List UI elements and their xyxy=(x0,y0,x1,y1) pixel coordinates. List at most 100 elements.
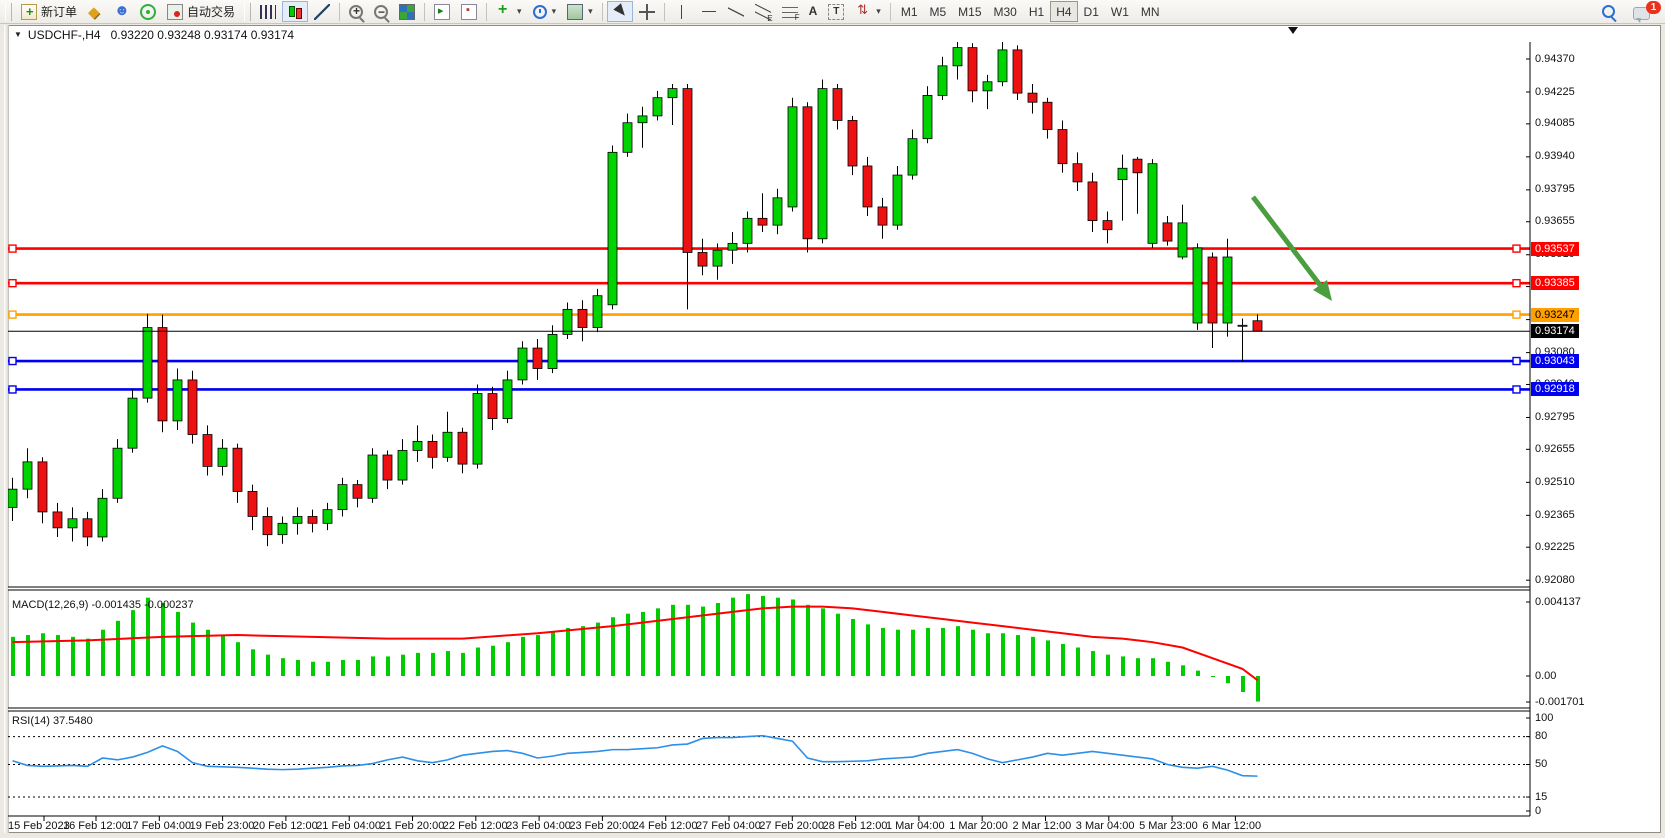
chart-shift-button[interactable] xyxy=(456,1,482,22)
hline-anchor[interactable] xyxy=(1513,280,1520,287)
templates-button[interactable] xyxy=(562,1,598,22)
toolbar-grip[interactable] xyxy=(244,3,251,21)
community-button[interactable] xyxy=(108,1,134,22)
hline-anchor[interactable] xyxy=(1513,358,1520,365)
macd-histogram-bar xyxy=(506,642,510,676)
candle-body xyxy=(1223,257,1232,323)
hline-price-flag[interactable]: 0.92918 xyxy=(1531,382,1579,396)
zoom-in-button[interactable] xyxy=(344,1,368,22)
timeframe-button-h4[interactable]: H4 xyxy=(1050,1,1077,22)
text-button[interactable]: A xyxy=(804,1,823,22)
zoom-out-button[interactable] xyxy=(369,1,393,22)
periods-button[interactable] xyxy=(528,1,562,22)
signals-button[interactable] xyxy=(135,1,161,22)
vertical-line-button[interactable] xyxy=(669,1,695,22)
price-tick-label: 0.93655 xyxy=(1535,215,1575,227)
chart-dropdown-icon[interactable] xyxy=(14,28,28,42)
crosshair-button[interactable] xyxy=(634,1,660,22)
candle-body xyxy=(503,380,512,419)
zoom-in-icon xyxy=(349,5,363,19)
chart-canvas[interactable] xyxy=(0,0,1665,838)
chart-bars-button[interactable] xyxy=(255,1,281,22)
candle-body xyxy=(833,89,842,121)
toolbar-grip[interactable] xyxy=(5,3,12,21)
hline-anchor[interactable] xyxy=(1513,311,1520,318)
hline-anchor[interactable] xyxy=(1513,386,1520,393)
hline-anchor[interactable] xyxy=(1513,245,1520,252)
deposit-button[interactable] xyxy=(83,1,107,22)
candle-body xyxy=(1238,325,1247,326)
candle-body xyxy=(1163,223,1172,241)
macd-histogram-bar xyxy=(581,626,585,676)
timeframe-button-m1[interactable]: M1 xyxy=(895,1,924,22)
indicators-button[interactable] xyxy=(491,1,527,22)
time-axis-label: 5 Mar 23:00 xyxy=(1139,820,1198,832)
macd-histogram-bar xyxy=(1226,676,1230,683)
trendline-button[interactable] xyxy=(723,1,749,22)
macd-histogram-bar xyxy=(476,648,480,676)
hline-price-flag[interactable]: 0.93537 xyxy=(1531,242,1579,256)
macd-histogram-bar xyxy=(71,637,75,676)
candle-body xyxy=(1013,50,1022,93)
timeframe-button-m15[interactable]: M15 xyxy=(952,1,987,22)
hline-anchor[interactable] xyxy=(9,386,16,393)
candle-body xyxy=(953,48,962,66)
chart-candles-button[interactable] xyxy=(282,1,308,22)
trend-arrow-shaft[interactable] xyxy=(1253,197,1320,285)
hline-anchor[interactable] xyxy=(9,358,16,365)
candle-body xyxy=(443,432,452,457)
auto-trading-button[interactable]: 自动交易 xyxy=(162,1,240,22)
tile-windows-button[interactable] xyxy=(394,1,420,22)
timeframe-group: M1M5M15M30H1H4D1W1MN xyxy=(895,1,1166,22)
price-tick-label: 0.93940 xyxy=(1535,150,1575,162)
candle-body xyxy=(533,348,542,368)
time-axis-label: 21 Feb 04:00 xyxy=(316,820,381,832)
candle-body xyxy=(593,296,602,328)
macd-histogram-bar xyxy=(266,655,270,676)
cursor-icon xyxy=(612,4,628,20)
hline-price-flag[interactable]: 0.93043 xyxy=(1531,354,1579,368)
hline-price-flag[interactable]: 0.93247 xyxy=(1531,308,1579,322)
macd-histogram-bar xyxy=(1106,655,1110,676)
timeframe-button-m30[interactable]: M30 xyxy=(988,1,1023,22)
macd-histogram-bar xyxy=(161,603,165,676)
macd-histogram-bar xyxy=(671,605,675,676)
channel-button[interactable]: E xyxy=(750,1,776,22)
arrows-button[interactable] xyxy=(850,1,886,22)
hline-anchor[interactable] xyxy=(9,280,16,287)
fibonacci-button[interactable]: F xyxy=(777,1,803,22)
hline-anchor[interactable] xyxy=(9,245,16,252)
auto-scroll-button[interactable] xyxy=(429,1,455,22)
timeframe-button-w1[interactable]: W1 xyxy=(1105,1,1135,22)
timeframe-button-m5[interactable]: M5 xyxy=(924,1,953,22)
macd-histogram-bar xyxy=(731,598,735,676)
timeframe-button-mn[interactable]: MN xyxy=(1135,1,1166,22)
chart-symbol: USDCHF-,H4 xyxy=(28,28,101,42)
timeframe-button-h1[interactable]: H1 xyxy=(1023,1,1050,22)
macd-histogram-bar xyxy=(776,598,780,676)
macd-histogram-bar xyxy=(371,656,375,676)
chart-shift-marker[interactable] xyxy=(1288,27,1298,34)
cursor-button[interactable] xyxy=(607,1,633,22)
macd-histogram-bar xyxy=(356,660,360,676)
macd-histogram-bar xyxy=(1196,671,1200,676)
search-button[interactable] xyxy=(1597,1,1620,22)
hline-price-flag[interactable]: 0.93385 xyxy=(1531,276,1579,290)
candle-body xyxy=(1088,182,1097,221)
new-order-button[interactable]: 新订单 xyxy=(16,1,82,22)
chart-line-button[interactable] xyxy=(309,1,335,22)
price-tick-label: 0.92225 xyxy=(1535,541,1575,553)
text-label-button[interactable]: T xyxy=(823,1,849,22)
macd-histogram-bar xyxy=(746,594,750,676)
horizontal-line-button[interactable] xyxy=(696,1,722,22)
candle-body xyxy=(1178,223,1187,257)
candle-body xyxy=(458,432,467,464)
macd-histogram-bar xyxy=(1181,665,1185,676)
time-axis-label: 6 Mar 12:00 xyxy=(1202,820,1261,832)
timeframe-button-d1[interactable]: D1 xyxy=(1078,1,1105,22)
price-tick-label: 0.92795 xyxy=(1535,411,1575,423)
hline-anchor[interactable] xyxy=(9,311,16,318)
macd-histogram-bar xyxy=(341,660,345,676)
macd-axis-label: 0.00 xyxy=(1535,670,1556,682)
rsi-axis-label: 80 xyxy=(1535,730,1547,742)
